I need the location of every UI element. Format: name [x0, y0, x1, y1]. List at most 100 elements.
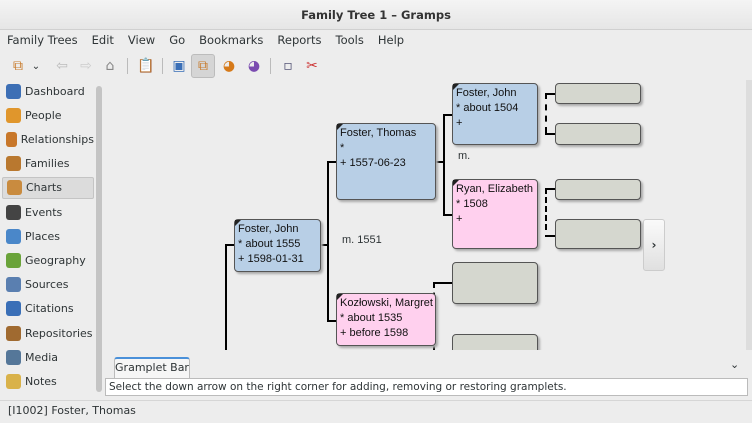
- person-death: + 1598-01-31: [238, 253, 304, 265]
- title-bar: Family Tree 1 – Gramps: [0, 0, 752, 30]
- people-icon: [6, 107, 21, 123]
- dropdown-chevron-icon[interactable]: ⌄: [28, 54, 44, 78]
- sidebar-item-label: People: [25, 108, 62, 122]
- empty-person-box[interactable]: [555, 219, 641, 249]
- person-name: Foster, John: [238, 223, 299, 235]
- person-death: +: [456, 213, 463, 225]
- sidebar-item-label: Families: [25, 157, 70, 171]
- person-birth: * about 1555: [238, 238, 301, 250]
- tree-view-icon[interactable]: ⧉: [6, 54, 30, 78]
- empty-person-box[interactable]: [452, 334, 538, 350]
- connector-line: [545, 133, 555, 135]
- sidebar-item-notes[interactable]: Notes: [2, 370, 94, 392]
- clipboard-icon[interactable]: 📋: [134, 54, 158, 78]
- sidebar-item-charts[interactable]: Charts: [2, 176, 94, 199]
- menu-go[interactable]: Go: [162, 30, 192, 50]
- menu-family-trees[interactable]: Family Trees: [0, 30, 85, 50]
- connector-line: [545, 235, 555, 237]
- person-name: Foster, John: [456, 87, 517, 99]
- sidebar-item-geography[interactable]: Geography: [2, 249, 94, 271]
- person-box-root[interactable]: Foster, John * about 1555 + 1598-01-31: [234, 219, 321, 272]
- menu-bookmarks[interactable]: Bookmarks: [192, 30, 270, 50]
- charts-icon: [7, 180, 22, 196]
- person-birth: * 1508: [456, 198, 488, 210]
- events-icon: [6, 204, 21, 220]
- connector-line: [327, 161, 336, 163]
- menu-bar: Family Trees Edit View Go Bookmarks Repo…: [0, 30, 752, 50]
- sidebar-item-label: Notes: [25, 374, 57, 388]
- person-name: Foster, Thomas: [340, 127, 417, 139]
- sidebar-scrollbar[interactable]: [96, 86, 102, 392]
- menu-edit[interactable]: Edit: [85, 30, 121, 50]
- gramplet-menu-chevron-icon[interactable]: ⌄: [730, 358, 739, 371]
- sidebar-item-relationships[interactable]: Relationships: [2, 128, 94, 150]
- descendant-fan-icon[interactable]: ◕: [242, 54, 266, 78]
- citations-icon: [6, 301, 21, 317]
- sidebar-item-dashboard[interactable]: Dashboard: [2, 80, 94, 102]
- back-icon[interactable]: ⇦: [50, 54, 74, 78]
- empty-person-box[interactable]: [452, 262, 538, 304]
- connector-line: [545, 188, 555, 190]
- sidebar-item-events[interactable]: Events: [2, 201, 94, 223]
- families-icon: [6, 156, 21, 172]
- relationships-icon: [6, 131, 17, 147]
- sidebar-item-sources[interactable]: Sources: [2, 274, 94, 296]
- person-box-grandmother[interactable]: Ryan, Elizabeth * 1508 +: [452, 179, 538, 249]
- pedigree-icon[interactable]: ⧉: [191, 54, 215, 78]
- sidebar-item-label: Relationships: [20, 132, 94, 146]
- dashed-connector: [545, 93, 547, 133]
- sidebar-item-label: Geography: [25, 253, 86, 267]
- forward-icon[interactable]: ⇨: [74, 54, 98, 78]
- box-corner-marker: [337, 294, 343, 300]
- marriage-label: m.: [458, 150, 471, 162]
- empty-person-box[interactable]: [555, 179, 641, 200]
- fan-chart-icon[interactable]: ◕: [217, 54, 241, 78]
- connector-line: [327, 320, 336, 322]
- sidebar-item-places[interactable]: Places: [2, 225, 94, 247]
- tool-scissors-icon[interactable]: ✂: [300, 54, 324, 78]
- sidebar-item-label: Citations: [25, 302, 74, 316]
- gramplet-bar-tab[interactable]: Gramplet Bar: [114, 357, 190, 378]
- sidebar-item-label: Dashboard: [25, 84, 85, 98]
- sidebar-item-label: Repositories: [25, 326, 93, 340]
- person-name: Kozłowski, Margret: [340, 297, 433, 309]
- status-bar: [I1002] Foster, Thomas: [0, 400, 752, 422]
- separator: [127, 58, 128, 74]
- sidebar-item-families[interactable]: Families: [2, 153, 94, 175]
- sidebar-item-media[interactable]: Media: [2, 346, 94, 368]
- box-corner-marker: [337, 124, 343, 130]
- sidebar-item-label: Sources: [25, 278, 69, 292]
- sources-icon: [6, 277, 21, 293]
- person-box-mother[interactable]: Kozłowski, Margret * about 1535 + before…: [336, 293, 436, 346]
- menu-tools[interactable]: Tools: [329, 30, 371, 50]
- separator: [270, 58, 271, 74]
- gramplet-message: Select the down arrow on the right corne…: [105, 378, 748, 396]
- person-box-grandfather[interactable]: Foster, John * about 1504 +: [452, 83, 538, 145]
- media-icon[interactable]: ▫: [276, 54, 300, 78]
- expand-right-button[interactable]: ›: [643, 219, 665, 271]
- menu-help[interactable]: Help: [371, 30, 411, 50]
- pedigree-chart: Foster, John * about 1555 + 1598-01-31 F…: [105, 80, 745, 350]
- sidebar-item-repositories[interactable]: Repositories: [2, 322, 94, 344]
- sidebar-item-people[interactable]: People: [2, 104, 94, 126]
- person-name: Ryan, Elizabeth: [456, 183, 534, 195]
- places-icon: [6, 228, 21, 244]
- empty-person-box[interactable]: [555, 83, 641, 104]
- configure-view-icon[interactable]: ▣: [167, 54, 191, 78]
- home-icon[interactable]: ⌂: [98, 54, 122, 78]
- empty-person-box[interactable]: [555, 123, 641, 145]
- toolbar: ⧉ ⌄ ⇦ ⇨ ⌂ 📋 ▣ ⧉ ◕ ◕ ▫ ✂: [0, 52, 752, 80]
- navigator-sidebar: Dashboard People Relationships Families Char…: [0, 80, 95, 396]
- connector-line: [225, 244, 234, 246]
- chart-scrollbar[interactable]: [746, 80, 752, 350]
- media-icon: [6, 349, 21, 365]
- sidebar-item-citations[interactable]: Citations: [2, 298, 94, 320]
- connector-line: [443, 114, 445, 216]
- person-box-father[interactable]: Foster, Thomas * + 1557-06-23: [336, 123, 436, 200]
- menu-view[interactable]: View: [121, 30, 162, 50]
- menu-reports[interactable]: Reports: [270, 30, 328, 50]
- box-corner-marker: [235, 220, 241, 226]
- marriage-label: m. 1551: [342, 234, 382, 246]
- separator: [162, 58, 163, 74]
- dashboard-icon: [6, 83, 21, 99]
